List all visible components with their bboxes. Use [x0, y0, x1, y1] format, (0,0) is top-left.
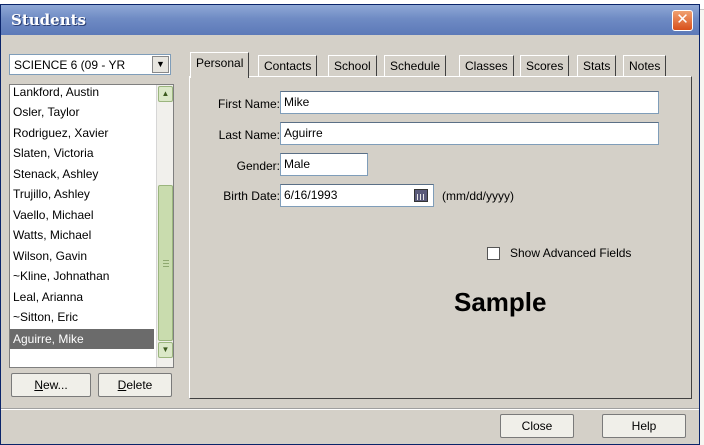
tab-scores[interactable]: Scores — [520, 55, 570, 76]
student-list-item[interactable]: Stenack, Ashley — [10, 164, 154, 184]
student-list[interactable]: Lankford, Austin Osler, Taylor Rodriguez… — [9, 84, 174, 368]
close-icon[interactable]: ✕ — [672, 10, 693, 31]
window-title: Students — [11, 11, 86, 29]
delete-button[interactable]: Delete — [98, 373, 172, 397]
student-list-item[interactable]: Trujillo, Ashley — [10, 184, 154, 204]
last-name-field[interactable]: Aguirre — [280, 122, 659, 145]
show-advanced-fields-label: Show Advanced Fields — [510, 246, 632, 260]
student-list-item-selected[interactable]: Aguirre, Mike — [10, 329, 154, 349]
birth-date-value: 6/16/1993 — [284, 188, 338, 202]
show-advanced-fields-checkbox[interactable] — [487, 247, 500, 260]
last-name-label: Last Name: — [218, 128, 280, 142]
tab-schedule[interactable]: Schedule — [384, 55, 447, 76]
footer-divider — [1, 408, 699, 410]
gender-label: Gender: — [236, 159, 280, 173]
student-list-item[interactable]: Osler, Taylor — [10, 102, 154, 122]
student-list-scrollbar[interactable]: ▲ ▼ — [156, 85, 173, 367]
new-button[interactable]: New... — [11, 373, 91, 397]
birth-date-field[interactable]: 6/16/1993 — [280, 184, 434, 207]
scrollbar-grip — [163, 266, 169, 267]
first-name-field[interactable]: Mike — [280, 91, 659, 114]
sample-watermark: Sample — [454, 287, 547, 317]
new-button-label: New... — [34, 378, 68, 392]
close-button[interactable]: Close — [500, 414, 574, 438]
student-list-item[interactable]: ~Kline, Johnathan — [10, 266, 154, 286]
student-list-item[interactable]: Lankford, Austin — [10, 85, 154, 102]
scrollbar-grip — [163, 263, 169, 264]
title-bar[interactable]: Students ✕ — [1, 5, 699, 35]
first-name-label: First Name: — [217, 97, 280, 111]
scroll-up-icon[interactable]: ▲ — [158, 86, 173, 102]
student-list-item[interactable]: Vaello, Michael — [10, 205, 154, 225]
scrollbar-thumb[interactable] — [158, 185, 173, 341]
student-list-item[interactable]: Watts, Michael — [10, 225, 154, 245]
dropdown-arrow-icon[interactable]: ▼ — [152, 56, 169, 73]
tab-personal[interactable]: Personal — [190, 52, 250, 78]
gender-field[interactable]: Male — [280, 153, 368, 176]
help-button[interactable]: Help — [602, 414, 686, 438]
tab-classes[interactable]: Classes — [459, 55, 514, 76]
tab-school[interactable]: School — [328, 55, 377, 76]
tab-notes[interactable]: Notes — [623, 55, 667, 76]
close-button-label: Close — [521, 419, 553, 433]
scrollbar-grip — [163, 260, 169, 261]
class-selector[interactable]: SCIENCE 6 (09 - YR ▼ — [9, 54, 171, 75]
student-list-item[interactable]: ~Sitton, Eric — [10, 307, 154, 327]
class-selector-value: SCIENCE 6 (09 - YR — [14, 58, 126, 72]
student-list-item[interactable]: Leal, Arianna — [10, 287, 154, 307]
birth-date-label: Birth Date: — [223, 189, 280, 203]
students-window: Students ✕ SCIENCE 6 (09 - YR ▼ Lankford… — [0, 4, 700, 445]
birth-date-format-hint: (mm/dd/yyyy) — [442, 189, 514, 203]
tab-stats[interactable]: Stats — [577, 55, 617, 76]
tab-contacts[interactable]: Contacts — [258, 55, 318, 76]
student-list-item[interactable]: Rodriguez, Xavier — [10, 123, 154, 143]
personal-panel: First Name: Mike Last Name: Aguirre Gend… — [189, 76, 692, 399]
help-button-label: Help — [631, 419, 657, 433]
calendar-icon[interactable] — [414, 189, 428, 202]
delete-button-label: Delete — [117, 378, 153, 392]
scroll-down-icon[interactable]: ▼ — [158, 342, 173, 358]
student-list-item[interactable]: Wilson, Gavin — [10, 246, 154, 266]
student-list-item[interactable]: Slaten, Victoria — [10, 143, 154, 163]
